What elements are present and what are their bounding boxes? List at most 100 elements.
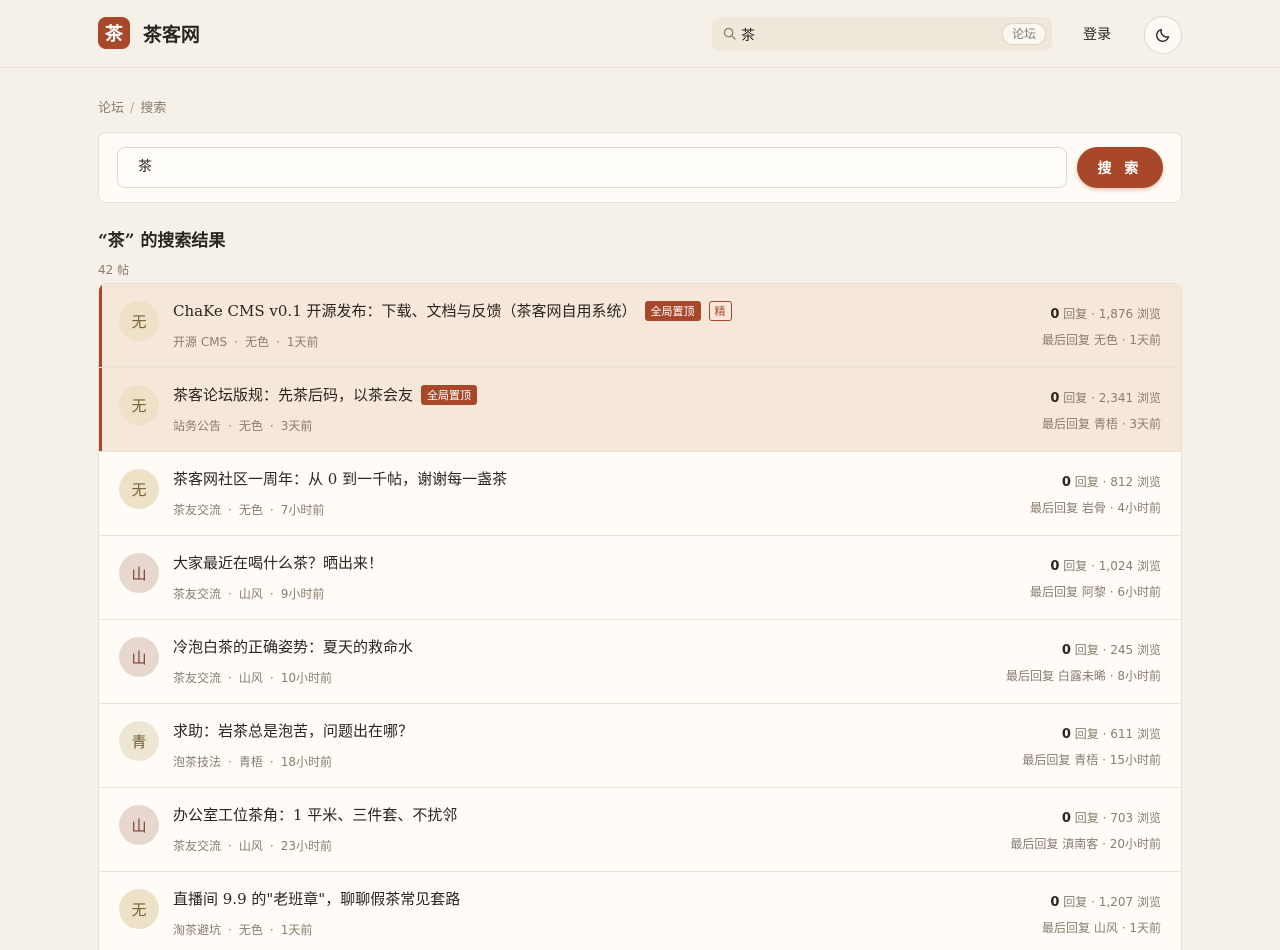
post-stats: 0 回复 · 611 浏览 (1062, 725, 1161, 742)
theme-toggle-button[interactable] (1144, 16, 1182, 54)
reply-count: 0 (1050, 307, 1060, 322)
search-button[interactable]: 搜 索 (1077, 147, 1163, 188)
post-title[interactable]: 冷泡白茶的正确姿势：夏天的救命水 (173, 636, 413, 657)
stats-dot: · (1091, 559, 1095, 573)
last-reply-user[interactable]: 滇南客 (1062, 837, 1098, 851)
last-reply-user[interactable]: 无色 (1094, 333, 1118, 347)
post-meta: 站务公告 · 无色 · 3天前 (173, 417, 312, 434)
site-header: 茶 茶客网 茶 论坛 登录 (0, 0, 1280, 68)
login-link[interactable]: 登录 (1083, 24, 1111, 44)
breadcrumb: 论坛 / 搜索 (98, 97, 166, 116)
title-line: 茶客论坛版规：先茶后码，以茶会友 全局置顶 (173, 384, 478, 405)
post-author[interactable]: 无色 (245, 335, 269, 349)
list-item[interactable]: 无 茶客网社区一周年：从 0 到一千帖，谢谢每一盏茶 茶友交流 · 无色 · 7小时前 … (99, 452, 1181, 536)
list-item[interactable]: 无 直播间 9.9 的"老班章"，聊聊假茶常见套路 淘茶避坑 · 无色 · 1天前 0 … (99, 872, 1181, 950)
header-search-input[interactable]: 茶 论坛 (712, 17, 1052, 51)
post-meta: 茶友交流 · 山风 · 10小时前 (173, 669, 332, 686)
list-item[interactable]: 无 茶客论坛版规：先茶后码，以茶会友 全局置顶 站务公告 · 无色 · 3天前 0 回复 … (99, 368, 1181, 452)
breadcrumb-separator: / (130, 101, 135, 116)
post-author[interactable]: 山风 (239, 839, 263, 853)
last-reply: 最后回复 青梧 · 15小时前 (1022, 751, 1161, 768)
breadcrumb-forum[interactable]: 论坛 (98, 101, 124, 116)
last-reply-label: 最后回复 (1042, 417, 1091, 431)
list-item[interactable]: 无 ChaKe CMS v0.1 开源发布：下载、文档与反馈（茶客网自用系统） 全… (99, 284, 1181, 368)
post-category[interactable]: 开源 CMS (173, 335, 227, 349)
post-time: 18小时前 (280, 755, 332, 769)
view-count: 1,207 (1098, 895, 1134, 909)
reply-count: 0 (1061, 811, 1071, 826)
post-title[interactable]: 茶客网社区一周年：从 0 到一千帖，谢谢每一盏茶 (173, 468, 507, 489)
last-reply-user[interactable]: 青梧 (1094, 417, 1118, 431)
last-reply: 最后回复 白露未晞 · 8小时前 (1006, 667, 1161, 684)
last-reply-time: 1天前 (1129, 921, 1161, 935)
last-reply-user[interactable]: 山风 (1094, 921, 1118, 935)
avatar[interactable]: 无 (119, 889, 159, 929)
last-reply-user[interactable]: 阿黎 (1082, 585, 1106, 599)
logo-icon[interactable]: 茶 (98, 17, 130, 49)
last-reply-user[interactable]: 岩骨 (1082, 501, 1106, 515)
post-category[interactable]: 淘茶避坑 (173, 923, 221, 937)
search-scope-badge[interactable]: 论坛 (1001, 23, 1046, 45)
post-meta: 泡茶技法 · 青梧 · 18小时前 (173, 753, 332, 770)
last-reply-dot: · (1102, 753, 1106, 767)
avatar[interactable]: 山 (119, 805, 159, 845)
list-item[interactable]: 青 求助：岩茶总是泡苦，问题出在哪？ 泡茶技法 · 青梧 · 18小时前 0 回复 · … (99, 704, 1181, 788)
post-author[interactable]: 无色 (239, 503, 263, 517)
last-reply-dot: · (1109, 669, 1114, 683)
views-label: 浏览 (1136, 559, 1161, 573)
post-category[interactable]: 茶友交流 (173, 587, 221, 601)
list-item[interactable]: 山 大家最近在喝什么茶？晒出来！ 茶友交流 · 山风 · 9小时前 0 回复 · 1,0… (99, 536, 1181, 620)
stats-dot: · (1091, 391, 1095, 405)
reply-count: 0 (1061, 475, 1071, 490)
post-category[interactable]: 茶友交流 (173, 671, 221, 685)
last-reply-user[interactable]: 青梧 (1074, 753, 1098, 767)
meta-dot: · (234, 335, 238, 349)
post-category[interactable]: 茶友交流 (173, 839, 221, 853)
post-title[interactable]: ChaKe CMS v0.1 开源发布：下载、文档与反馈（茶客网自用系统） (173, 300, 637, 321)
last-reply-label: 最后回复 (1022, 753, 1071, 767)
meta-dot: · (269, 923, 274, 937)
replies-label: 回复 (1074, 475, 1099, 489)
last-reply-label: 最后回复 (1010, 837, 1059, 851)
avatar[interactable]: 山 (119, 553, 159, 593)
post-stats: 0 回复 · 1,876 浏览 (1050, 305, 1161, 322)
post-title[interactable]: 直播间 9.9 的"老班章"，聊聊假茶常见套路 (173, 888, 460, 909)
meta-dot: · (228, 503, 232, 517)
post-title[interactable]: 茶客论坛版规：先茶后码，以茶会友 (173, 384, 413, 405)
last-reply-user[interactable]: 白露未晞 (1058, 669, 1106, 683)
post-category[interactable]: 站务公告 (173, 419, 221, 433)
meta-dot: · (228, 587, 232, 601)
list-item[interactable]: 山 冷泡白茶的正确姿势：夏天的救命水 茶友交流 · 山风 · 10小时前 0 回复 · … (99, 620, 1181, 704)
site-name[interactable]: 茶客网 (143, 20, 200, 47)
last-reply-time: 3天前 (1129, 417, 1161, 431)
post-meta: 淘茶避坑 · 无色 · 1天前 (173, 921, 312, 938)
post-author[interactable]: 无色 (239, 419, 263, 433)
list-item[interactable]: 山 办公室工位茶角：1 平米、三件套、不扰邻 茶友交流 · 山风 · 23小时前 0 回… (99, 788, 1181, 872)
avatar[interactable]: 无 (119, 469, 159, 509)
views-label: 浏览 (1136, 727, 1161, 741)
post-author[interactable]: 无色 (239, 923, 263, 937)
view-count: 812 (1110, 475, 1134, 489)
last-reply-time: 8小时前 (1117, 669, 1161, 683)
post-title[interactable]: 办公室工位茶角：1 平米、三件套、不扰邻 (173, 804, 457, 825)
pinned-badge: 全局置顶 (644, 300, 701, 321)
post-category[interactable]: 茶友交流 (173, 503, 221, 517)
replies-label: 回复 (1074, 643, 1099, 657)
post-title[interactable]: 大家最近在喝什么茶？晒出来！ (173, 552, 383, 573)
post-author[interactable]: 山风 (239, 587, 263, 601)
last-reply: 最后回复 青梧 · 3天前 (1042, 415, 1161, 432)
avatar[interactable]: 无 (119, 301, 159, 341)
avatar[interactable]: 青 (119, 721, 159, 761)
meta-dot: · (228, 755, 232, 769)
avatar[interactable]: 山 (119, 637, 159, 677)
essence-badge: 精 (708, 300, 732, 321)
last-reply-label: 最后回复 (1006, 669, 1055, 683)
post-category[interactable]: 泡茶技法 (173, 755, 221, 769)
post-author[interactable]: 青梧 (239, 755, 263, 769)
replies-label: 回复 (1063, 559, 1088, 573)
avatar[interactable]: 无 (119, 385, 159, 425)
search-input[interactable]: 茶 (117, 147, 1067, 188)
last-reply-dot: · (1121, 417, 1126, 431)
post-title[interactable]: 求助：岩茶总是泡苦，问题出在哪？ (173, 720, 413, 741)
post-author[interactable]: 山风 (239, 671, 263, 685)
